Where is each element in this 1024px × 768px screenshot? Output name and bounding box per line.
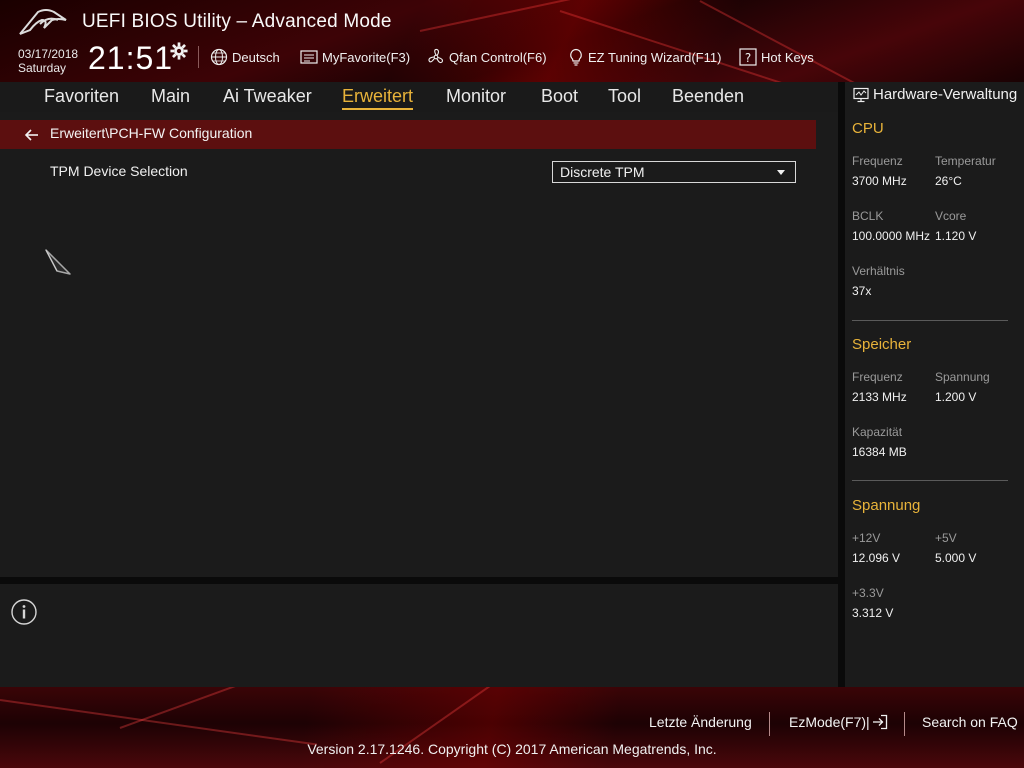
ratio-label: Verhältnis — [852, 264, 905, 278]
info-icon — [11, 599, 37, 625]
ezmode-label: EzMode(F7)| — [789, 714, 870, 730]
memory-voltage-label: Spannung — [935, 370, 990, 384]
tab-boot[interactable]: Boot — [541, 86, 578, 107]
memory-frequency-value: 2133 MHz — [852, 390, 907, 404]
v12-value: 12.096 V — [852, 551, 901, 565]
v33-label: +3.3V — [852, 586, 884, 600]
cpu-temperature-label: Temperatur — [935, 154, 996, 168]
header-bar: UEFI BIOS Utility – Advanced Mode 03/17/… — [0, 0, 1024, 82]
tab-monitor[interactable]: Monitor — [446, 86, 506, 107]
footer-bar: Letzte Änderung EzMode(F7)| Search on FA… — [0, 687, 1024, 768]
memory-heading: Speicher — [852, 336, 912, 353]
section-divider — [852, 320, 1008, 321]
rog-logo-icon — [19, 9, 67, 35]
memory-capacity-label: Kapazität — [852, 425, 903, 439]
ratio-value: 37x — [852, 284, 872, 298]
voltage-heading: Spannung — [852, 497, 921, 514]
hardware-monitor-title: Hardware-Verwaltung — [873, 86, 1018, 103]
header-decoration — [699, 0, 931, 82]
gear-icon[interactable] — [170, 42, 188, 60]
v12-label: +12V — [852, 531, 881, 545]
header-decoration — [559, 10, 846, 82]
v5-label: +5V — [935, 531, 957, 545]
language-button[interactable]: Deutsch — [210, 48, 280, 66]
footer-divider — [904, 712, 905, 736]
breadcrumb: Erweitert\PCH-FW Configuration — [50, 125, 253, 141]
qfan-control-button[interactable]: Qfan Control(F6) — [427, 48, 547, 66]
vcore-value: 1.120 V — [935, 229, 977, 243]
memory-capacity-value: 16384 MB — [852, 445, 907, 459]
last-change-button[interactable]: Letzte Änderung — [649, 714, 752, 730]
tpm-device-selection-label: TPM Device Selection — [50, 163, 188, 179]
monitor-icon — [853, 87, 869, 103]
cpu-temperature-value: 26°C — [935, 174, 962, 188]
back-arrow-icon[interactable] — [24, 127, 40, 143]
cpu-heading: CPU — [852, 120, 884, 137]
tpm-device-selection-value: Discrete TPM — [560, 164, 645, 180]
fan-icon — [428, 48, 444, 64]
myfavorite-button[interactable]: MyFavorite(F3) — [300, 48, 410, 66]
ez-tuning-wizard-label: EZ Tuning Wizard(F11) — [588, 49, 722, 65]
cpu-frequency-label: Frequenz — [852, 154, 903, 168]
help-description-panel — [0, 584, 838, 687]
hot-keys-label: Hot Keys — [761, 49, 814, 65]
footer-decoration — [0, 699, 318, 746]
language-label: Deutsch — [232, 49, 280, 65]
settings-panel: Erweitert\PCH-FW Configuration TPM Devic… — [0, 112, 838, 577]
app-title: UEFI BIOS Utility – Advanced Mode — [82, 11, 392, 32]
bclk-label: BCLK — [852, 209, 884, 223]
cpu-frequency-value: 3700 MHz — [852, 174, 907, 188]
qfan-control-label: Qfan Control(F6) — [449, 49, 547, 65]
tab-ai-tweaker[interactable]: Ai Tweaker — [223, 86, 312, 107]
tab-erweitert[interactable]: Erweitert — [342, 86, 414, 110]
vcore-label: Vcore — [935, 209, 967, 223]
myfavorite-label: MyFavorite(F3) — [322, 49, 411, 65]
day-text: Saturday — [18, 61, 67, 75]
v33-value: 3.312 V — [852, 606, 894, 620]
tab-tool[interactable]: Tool — [608, 86, 641, 107]
date-text: 03/17/2018 — [18, 47, 79, 61]
tab-favoriten[interactable]: Favoriten — [44, 86, 119, 107]
header-divider — [198, 46, 199, 68]
favorite-list-icon — [300, 50, 318, 64]
memory-voltage-value: 1.200 V — [935, 390, 977, 404]
tab-beenden[interactable]: Beenden — [672, 86, 744, 107]
ezmode-button[interactable]: EzMode(F7)| — [789, 714, 888, 730]
tpm-device-selection-dropdown[interactable]: Discrete TPM — [552, 161, 796, 183]
hardware-monitor-panel: Hardware-Verwaltung CPU Frequenz 3700 MH… — [845, 82, 1024, 687]
svg-text:?: ? — [745, 51, 751, 65]
hot-keys-button[interactable]: ? Hot Keys — [739, 48, 814, 66]
v5-value: 5.000 V — [935, 551, 977, 565]
globe-icon — [210, 48, 228, 66]
section-divider — [852, 480, 1008, 481]
copyright-text: Version 2.17.1246. Copyright (C) 2017 Am… — [307, 741, 717, 757]
footer-divider — [769, 712, 770, 736]
panel-divider — [0, 577, 838, 584]
search-faq-button[interactable]: Search on FAQ — [922, 714, 1018, 730]
tab-main[interactable]: Main — [151, 86, 190, 107]
chevron-down-icon — [777, 170, 785, 175]
bclk-value: 100.0000 MHz — [852, 229, 931, 243]
header-decoration — [419, 0, 616, 32]
memory-frequency-label: Frequenz — [852, 370, 903, 384]
main-tabs: Favoriten Main Ai Tweaker Erweitert Moni… — [0, 82, 838, 112]
ez-tuning-wizard-button[interactable]: EZ Tuning Wizard(F11) — [568, 48, 721, 66]
help-box-icon: ? — [739, 48, 757, 66]
clock-time: 21:51 — [88, 40, 174, 76]
exit-arrow-icon — [872, 714, 887, 730]
lightbulb-icon — [570, 48, 582, 66]
mouse-cursor-icon — [45, 249, 71, 275]
breadcrumb-bar: Erweitert\PCH-FW Configuration — [0, 120, 816, 149]
panel-divider-vertical — [838, 82, 845, 687]
